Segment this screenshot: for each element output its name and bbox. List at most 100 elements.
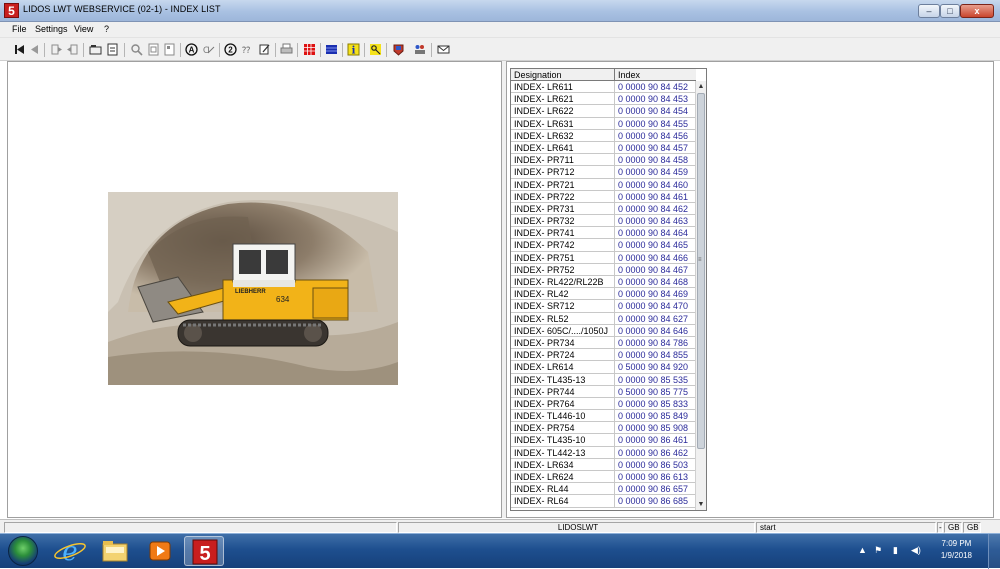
first-record-icon[interactable]: [13, 43, 26, 56]
index-cell[interactable]: 0 0000 90 84 466: [615, 252, 696, 264]
table-row[interactable]: INDEX- 605C/..../1050J 0 0000 90 84 646: [511, 324, 696, 337]
index-cell[interactable]: 0 0000 90 84 460: [615, 179, 696, 191]
table-row[interactable]: INDEX- PR732 0 0000 90 84 463: [511, 215, 696, 228]
table-row[interactable]: INDEX- LR611 0 0000 90 84 452: [511, 81, 696, 94]
badge-icon[interactable]: [392, 43, 405, 56]
table-row[interactable]: INDEX- PR734 0 0000 90 84 786: [511, 336, 696, 350]
table-row[interactable]: INDEX- RL52 0 0000 90 84 627: [511, 312, 696, 325]
index-cell[interactable]: 0 0000 90 84 461: [615, 191, 696, 203]
print-icon[interactable]: [280, 43, 293, 56]
designation-cell[interactable]: INDEX- PR721: [511, 178, 615, 191]
index-cell[interactable]: 0 0000 90 84 468: [615, 276, 696, 288]
designation-cell[interactable]: INDEX- PR722: [511, 190, 615, 203]
index-cell[interactable]: 0 0000 90 86 685: [615, 495, 696, 507]
grid-icon[interactable]: [325, 43, 338, 56]
battery-icon[interactable]: ▮: [893, 545, 898, 556]
designation-cell[interactable]: INDEX- LR614: [511, 361, 615, 374]
index-cell[interactable]: 0 5000 90 85 775: [615, 386, 696, 398]
index-cell[interactable]: 0 0000 90 86 503: [615, 459, 696, 471]
designation-cell[interactable]: INDEX- RL52: [511, 312, 615, 325]
designation-cell[interactable]: INDEX- LR641: [511, 141, 615, 154]
index-cell[interactable]: 0 0000 90 84 455: [615, 118, 696, 130]
index-cell[interactable]: 0 0000 90 85 535: [615, 374, 696, 386]
internet-explorer-icon[interactable]: e: [50, 536, 90, 567]
index-cell[interactable]: 0 0000 90 84 464: [615, 227, 696, 239]
designation-cell[interactable]: INDEX- PR744: [511, 385, 615, 398]
search-a-icon[interactable]: A: [185, 43, 198, 56]
designation-cell[interactable]: INDEX- LR621: [511, 93, 615, 106]
menu-settings[interactable]: Settings: [35, 24, 68, 34]
index-cell[interactable]: 0 0000 90 86 657: [615, 483, 696, 495]
users-icon[interactable]: [413, 43, 426, 56]
checklist-icon[interactable]: [106, 43, 119, 56]
table-row[interactable]: INDEX- TL446-10 0 0000 90 85 849: [511, 410, 696, 423]
designation-cell[interactable]: INDEX- LR631: [511, 117, 615, 130]
table-row[interactable]: INDEX- RL422/RL22B 0 0000 90 84 468: [511, 276, 696, 289]
table-row[interactable]: INDEX- PR722 0 0000 90 84 461: [511, 190, 696, 203]
designation-cell[interactable]: INDEX- LR611: [511, 81, 615, 93]
cross-ref-icon[interactable]: Ɑ: [202, 43, 215, 56]
designation-cell[interactable]: INDEX- PR711: [511, 154, 615, 167]
designation-cell[interactable]: INDEX- PR724: [511, 349, 615, 362]
zoom-icon[interactable]: [130, 43, 143, 56]
designation-cell[interactable]: INDEX- PR712: [511, 166, 615, 179]
table-row[interactable]: INDEX- LR631 0 0000 90 84 455: [511, 117, 696, 130]
close-button[interactable]: x: [960, 4, 994, 18]
table-row[interactable]: INDEX- SR712 0 0000 90 84 470: [511, 300, 696, 313]
index-cell[interactable]: 0 0000 90 86 462: [615, 447, 696, 459]
designation-cell[interactable]: INDEX- PR741: [511, 227, 615, 240]
designation-cell[interactable]: INDEX- PR754: [511, 422, 615, 435]
designation-cell[interactable]: INDEX- PR751: [511, 251, 615, 264]
last-record-icon[interactable]: [66, 43, 79, 56]
column-header-designation[interactable]: Designation: [511, 69, 615, 81]
info-2-icon[interactable]: 2: [224, 43, 237, 56]
designation-cell[interactable]: INDEX- TL442-13: [511, 446, 615, 459]
index-cell[interactable]: 0 5000 90 84 920: [615, 361, 696, 373]
index-cell[interactable]: 0 0000 90 84 453: [615, 93, 696, 105]
index-cell[interactable]: 0 0000 90 86 461: [615, 434, 696, 446]
start-orb[interactable]: [8, 536, 38, 566]
table-row[interactable]: INDEX- TL435-13 0 0000 90 85 535: [511, 373, 696, 386]
designation-cell[interactable]: INDEX- PR731: [511, 202, 615, 215]
designation-cell[interactable]: INDEX- LR632: [511, 129, 615, 142]
table-row[interactable]: INDEX- RL64 0 0000 90 86 685: [511, 495, 696, 508]
media-player-icon[interactable]: [140, 536, 180, 566]
table-row[interactable]: INDEX- TL442-13 0 0000 90 86 462: [511, 446, 696, 459]
table-row[interactable]: INDEX- LR622 0 0000 90 84 454: [511, 105, 696, 118]
index-cell[interactable]: 0 0000 90 84 786: [615, 337, 696, 349]
index-cell[interactable]: 0 0000 90 84 452: [615, 81, 696, 93]
index-cell[interactable]: 0 0000 90 84 458: [615, 154, 696, 166]
previous-record-icon[interactable]: [28, 43, 41, 56]
designation-cell[interactable]: INDEX- LR634: [511, 458, 615, 471]
designation-cell[interactable]: INDEX- LR624: [511, 471, 615, 483]
index-cell[interactable]: 0 0000 90 84 467: [615, 264, 696, 276]
scroll-up-icon[interactable]: ▲: [696, 81, 706, 92]
index-cell[interactable]: 0 0000 90 84 462: [615, 203, 696, 215]
index-cell[interactable]: 0 0000 90 84 646: [615, 325, 696, 337]
table-row[interactable]: INDEX- LR621 0 0000 90 84 453: [511, 93, 696, 106]
table-row[interactable]: INDEX- PR731 0 0000 90 84 462: [511, 202, 696, 216]
vertical-scrollbar[interactable]: ▲ ≡ ▼: [695, 81, 706, 510]
index-cell[interactable]: 0 0000 90 84 855: [615, 349, 696, 361]
edit-icon[interactable]: [258, 43, 271, 56]
designation-cell[interactable]: INDEX- RL422/RL22B: [511, 276, 615, 288]
scroll-down-icon[interactable]: ▼: [696, 499, 706, 510]
index-cell[interactable]: 0 0000 90 84 470: [615, 300, 696, 312]
designation-cell[interactable]: INDEX- LR622: [511, 105, 615, 118]
index-cell[interactable]: 0 0000 90 84 627: [615, 313, 696, 325]
pages-icon[interactable]: [163, 43, 176, 56]
page-icon[interactable]: [147, 43, 160, 56]
index-cell[interactable]: 0 0000 90 86 613: [615, 471, 696, 483]
designation-cell[interactable]: INDEX- PR752: [511, 263, 615, 276]
table-row[interactable]: INDEX- LR634 0 0000 90 86 503: [511, 458, 696, 471]
table-row[interactable]: INDEX- RL44 0 0000 90 86 657: [511, 483, 696, 496]
index-cell[interactable]: 0 0000 90 85 908: [615, 422, 696, 434]
designation-cell[interactable]: INDEX- PR734: [511, 336, 615, 349]
table-row[interactable]: INDEX- PR752 0 0000 90 84 467: [511, 263, 696, 276]
column-header-index[interactable]: Index: [615, 69, 696, 81]
show-hidden-icons-icon[interactable]: ▲: [858, 545, 867, 555]
index-cell[interactable]: 0 0000 90 85 833: [615, 398, 696, 410]
table-row[interactable]: INDEX- PR764 0 0000 90 85 833: [511, 397, 696, 411]
index-cell[interactable]: 0 0000 90 84 469: [615, 288, 696, 300]
mail-icon[interactable]: [437, 43, 450, 56]
